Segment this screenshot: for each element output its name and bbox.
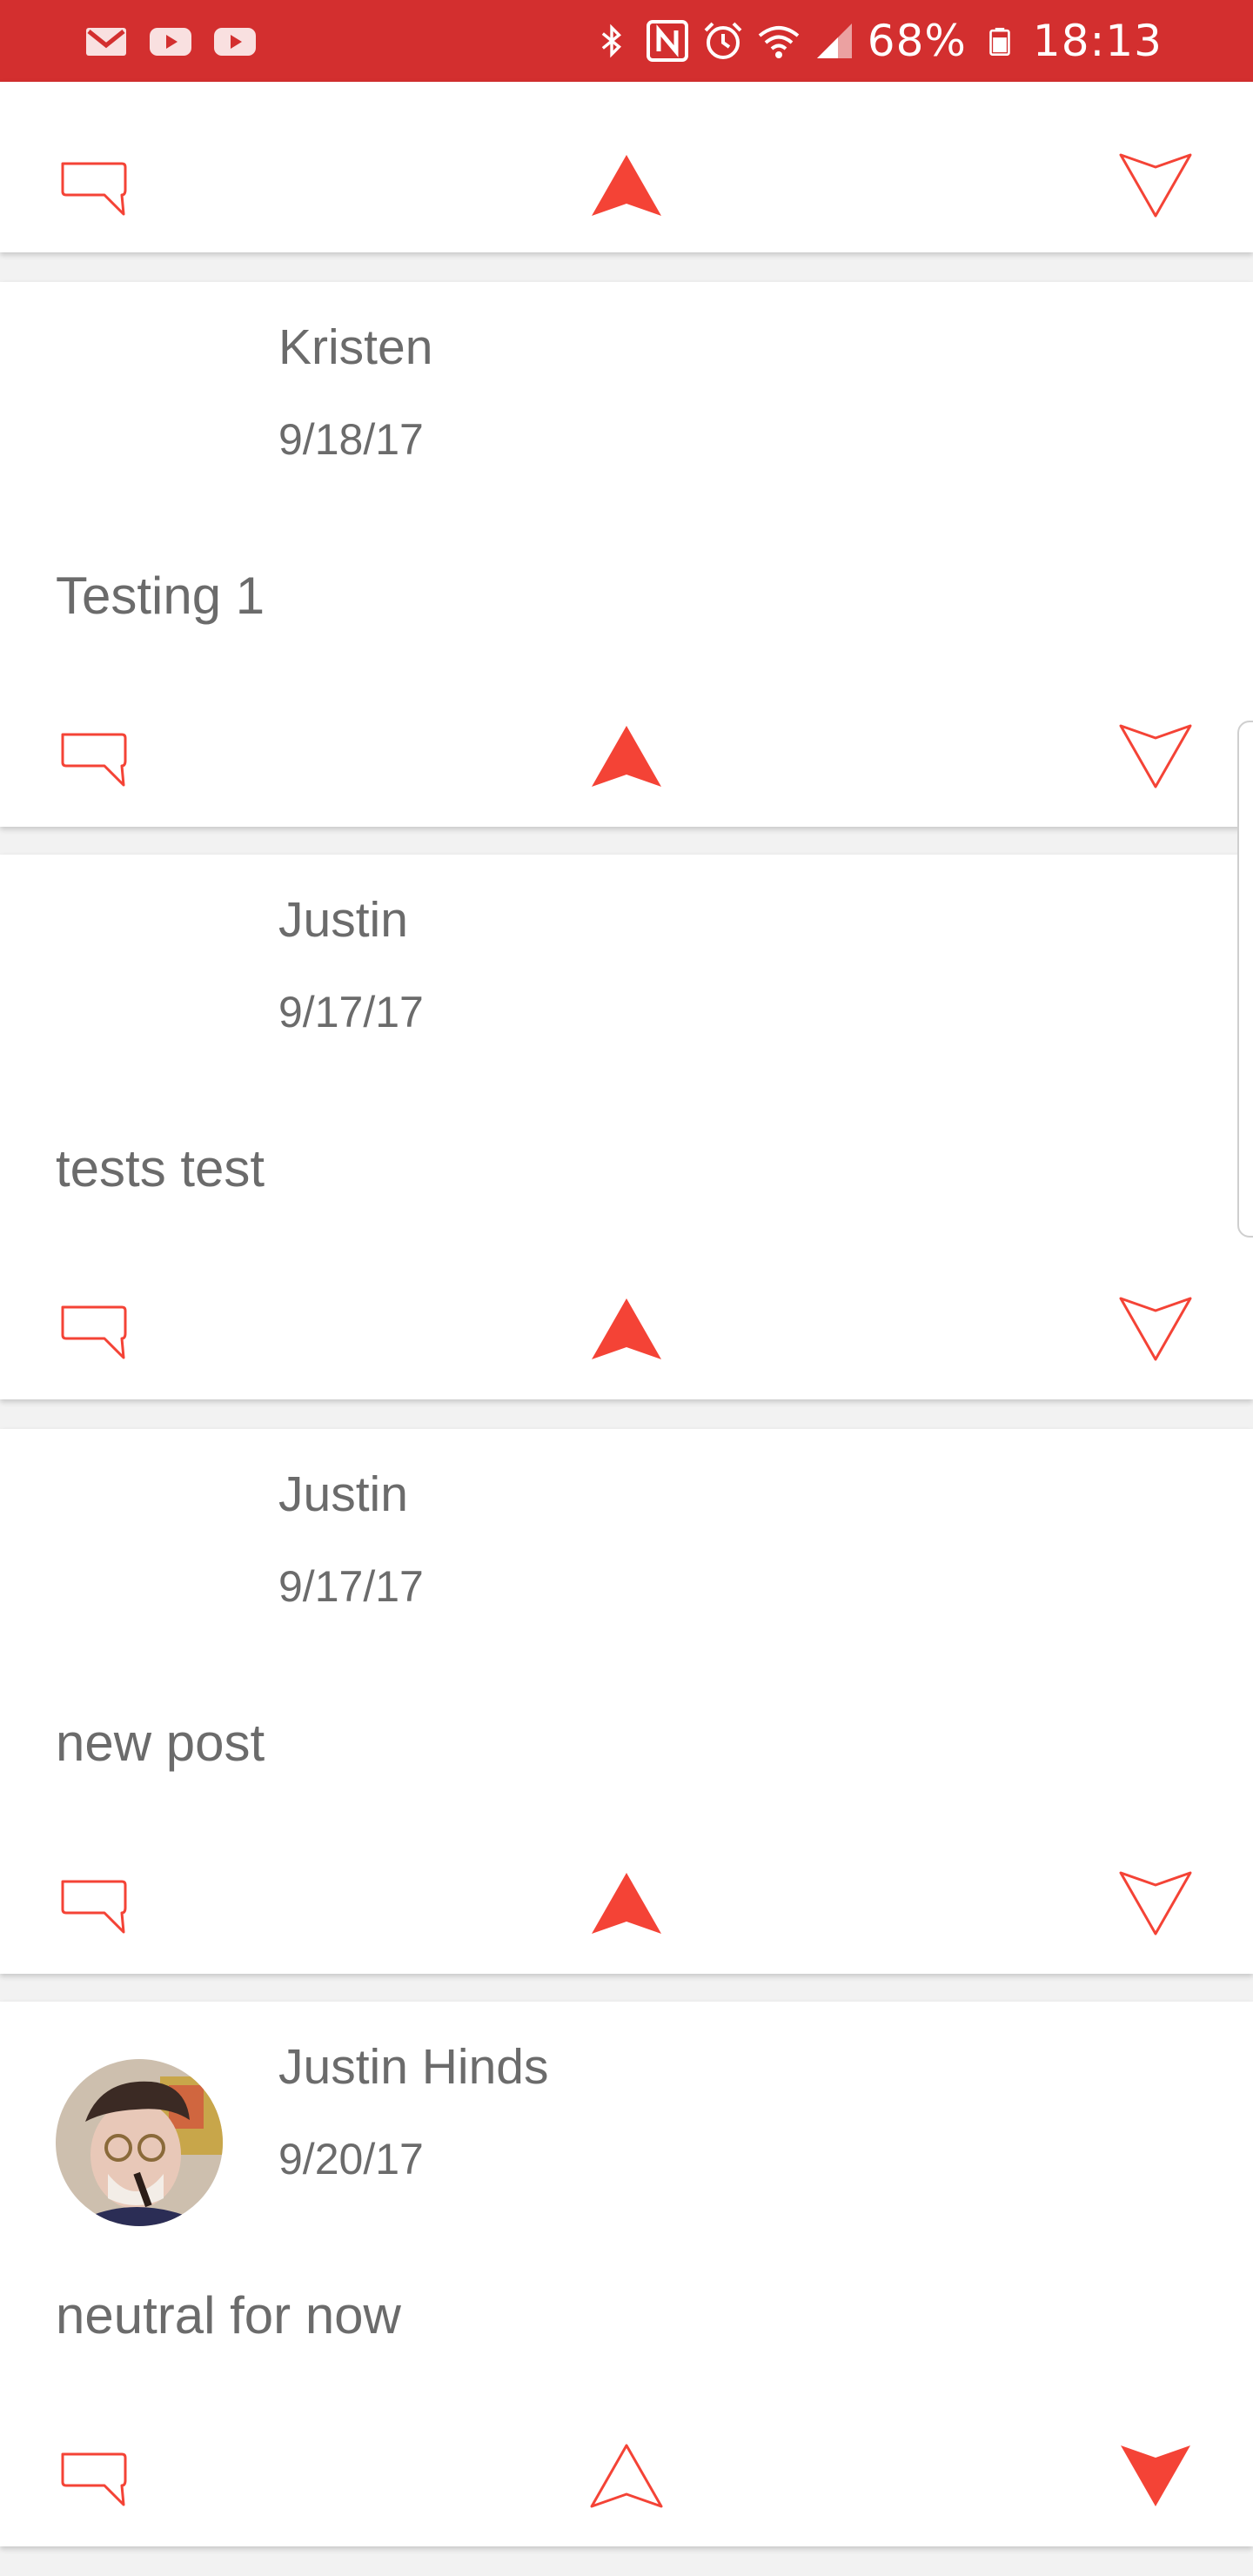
post-date: 9/17/17 (278, 1562, 424, 1611)
gmail-icon (84, 19, 129, 64)
post-text: tests test (56, 1139, 265, 1197)
upvote-icon (592, 1873, 661, 1934)
post-text: neutral for now (56, 2286, 401, 2345)
clock: 18:13 (1032, 16, 1163, 66)
battery-percent: 68% (867, 16, 967, 66)
upvote-button[interactable] (583, 714, 670, 801)
upvote-icon (592, 1298, 661, 1359)
downvote-icon (1119, 724, 1192, 788)
post-text: new post (56, 1714, 265, 1772)
avatar-photo (56, 2059, 223, 2226)
downvote-button[interactable] (1112, 1286, 1199, 1373)
upvote-icon (592, 726, 661, 787)
comment-button[interactable] (52, 2433, 139, 2520)
post-actions (0, 1286, 1253, 1382)
post-actions (0, 1861, 1253, 1956)
post-text: Testing 1 (56, 567, 265, 625)
status-bar: 68% 18:13 (0, 0, 1253, 82)
downvote-icon (1121, 2445, 1190, 2506)
post-author: Justin Hinds (278, 2039, 549, 2095)
post-author: Justin (278, 1466, 408, 1522)
post-actions (0, 714, 1253, 809)
comment-icon (61, 1305, 127, 1359)
downvote-button[interactable] (1112, 1861, 1199, 1948)
comment-icon (61, 162, 127, 216)
post-author: Justin (278, 892, 408, 948)
youtube-icon (212, 19, 258, 64)
alarm-icon (700, 18, 746, 64)
battery-icon (977, 18, 1022, 64)
youtube-icon (148, 19, 193, 64)
comment-icon (61, 2452, 127, 2506)
comment-button[interactable] (52, 1861, 139, 1948)
post-card[interactable]: Justin Hinds 9/20/17 neutral for now (0, 2002, 1253, 2546)
upvote-button[interactable] (583, 1286, 670, 1373)
upvote-icon (592, 155, 661, 216)
post-date: 9/20/17 (278, 2135, 424, 2184)
nfc-icon (645, 18, 690, 64)
upvote-icon (590, 2444, 663, 2508)
post-card[interactable]: Justin 9/17/17 new post (0, 1429, 1253, 1974)
downvote-icon (1119, 1871, 1192, 1935)
comment-button[interactable] (52, 1286, 139, 1373)
signal-icon (812, 18, 857, 64)
comment-icon (61, 1880, 127, 1934)
downvote-button[interactable] (1112, 714, 1199, 801)
downvote-icon (1119, 1297, 1192, 1361)
upvote-button[interactable] (583, 2433, 670, 2520)
upvote-button[interactable] (583, 1861, 670, 1948)
upvote-button[interactable] (583, 143, 670, 230)
downvote-button[interactable] (1112, 143, 1199, 230)
post-author: Kristen (278, 319, 433, 375)
post-date: 9/17/17 (278, 988, 424, 1036)
bluetooth-icon (589, 18, 634, 64)
post-actions (0, 143, 1253, 238)
scrollbar-thumb[interactable] (1237, 721, 1253, 1238)
wifi-icon (756, 18, 801, 64)
post-actions (0, 2433, 1253, 2529)
downvote-button[interactable] (1112, 2433, 1199, 2520)
post-card[interactable]: Justin 9/17/17 tests test (0, 855, 1253, 1399)
downvote-icon (1119, 153, 1192, 218)
comment-button[interactable] (52, 714, 139, 801)
post-card[interactable]: Kristen 9/18/17 Testing 1 (0, 282, 1253, 827)
comment-button[interactable] (52, 143, 139, 230)
comment-icon (61, 733, 127, 787)
avatar[interactable] (56, 2059, 223, 2226)
post-card (0, 82, 1253, 252)
post-date: 9/18/17 (278, 415, 424, 464)
